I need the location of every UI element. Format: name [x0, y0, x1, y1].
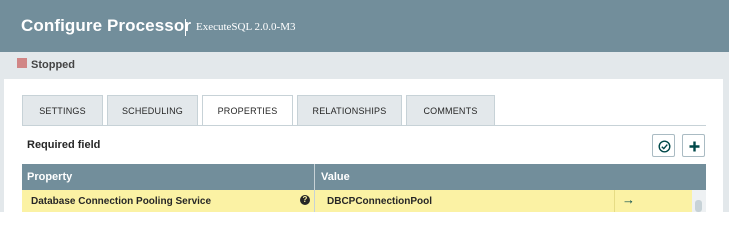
- dialog-header: Configure Processor ExecuteSQL 2.0.0-M3: [0, 0, 729, 52]
- status-bar: [0, 52, 729, 79]
- tab-properties[interactable]: PROPERTIES: [202, 95, 293, 126]
- dialog-title: Configure Processor: [21, 16, 192, 35]
- property-column-header[interactable]: Property: [27, 171, 72, 183]
- go-to-service-icon[interactable]: →: [622, 192, 635, 207]
- property-name: Database Connection Pooling Service: [31, 196, 212, 207]
- tab-settings[interactable]: SETTINGS: [22, 95, 103, 125]
- column-divider: [314, 164, 315, 212]
- property-value[interactable]: DBCPConnectionPool: [327, 196, 432, 207]
- dialog-left-edge: [0, 79, 4, 212]
- table-row[interactable]: Database Connection Pooling Service ? DB…: [22, 190, 706, 212]
- status-label: Stopped: [31, 59, 75, 71]
- dialog-right-edge: [723, 79, 729, 212]
- value-column-header[interactable]: Value: [321, 171, 350, 183]
- stopped-icon: [17, 58, 27, 68]
- processor-type-label: ExecuteSQL 2.0.0-M3: [196, 21, 296, 33]
- verify-properties-button[interactable]: [652, 134, 675, 157]
- add-property-button[interactable]: [682, 134, 705, 157]
- scrollbar-thumb[interactable]: [695, 200, 702, 212]
- cell-divider: [614, 190, 615, 212]
- title-separator: [185, 19, 186, 36]
- check-circle-icon: [658, 140, 671, 153]
- plus-icon: [689, 141, 700, 152]
- help-icon[interactable]: ?: [300, 195, 310, 205]
- required-field-label: Required field: [27, 139, 101, 151]
- tab-divider: [22, 125, 706, 126]
- tab-comments[interactable]: COMMENTS: [406, 95, 495, 125]
- tab-relationships[interactable]: RELATIONSHIPS: [297, 95, 402, 125]
- properties-table-header: [22, 164, 706, 190]
- tab-scheduling[interactable]: SCHEDULING: [107, 95, 198, 125]
